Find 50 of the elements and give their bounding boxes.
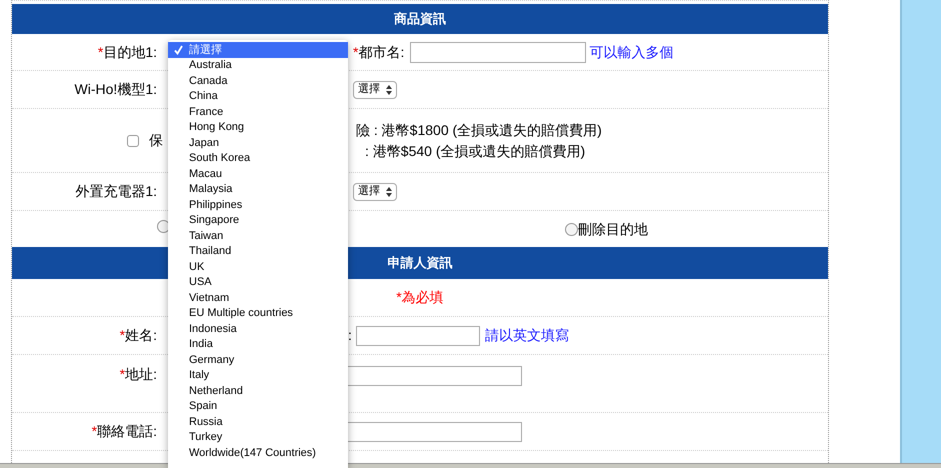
field-label: *姓名:	[120, 326, 157, 345]
checkbox-label: 保	[149, 131, 163, 150]
dropdown-option[interactable]: Singapore	[168, 212, 348, 228]
field-label: Wi-Ho!機型1:	[74, 80, 157, 99]
select-dropdown[interactable]: 選擇	[353, 182, 397, 200]
dropdown-option[interactable]: India	[168, 336, 348, 352]
dropdown-option[interactable]: EU Multiple countries	[168, 306, 348, 321]
dropdown-option[interactable]: Worldwide(147 Countries)	[168, 445, 348, 460]
field-label: *聯絡電話:	[92, 422, 157, 441]
city-input[interactable]	[410, 42, 586, 62]
radio-button[interactable]	[565, 222, 578, 236]
field-label: *目的地1:	[98, 42, 157, 62]
dropdown-option[interactable]: Taiwan	[168, 228, 348, 244]
dropdown-option[interactable]: China	[168, 88, 348, 104]
hint-text: 可以輸入多個	[589, 42, 674, 62]
field-label: *都市名:	[353, 42, 404, 62]
dropdown-option[interactable]: Netherland	[168, 383, 348, 398]
field-label: :	[348, 326, 352, 345]
section-header: 商品資訊	[12, 4, 828, 34]
select-dropdown[interactable]: 選擇	[353, 80, 397, 98]
hint-text: 請以英文填寫	[484, 326, 569, 345]
dropdown-option[interactable]: Philippines	[168, 197, 348, 212]
checkmark-icon	[174, 45, 183, 55]
updown-arrows-icon	[386, 84, 392, 94]
dropdown-option[interactable]: Indonesia	[168, 321, 348, 336]
updown-arrows-icon	[386, 186, 392, 196]
dropdown-option[interactable]: Spain	[168, 398, 348, 414]
dropdown-option[interactable]: Germany	[168, 352, 348, 368]
dropdown-option[interactable]: Turkey	[168, 430, 348, 445]
price-text: : 港幣$540 (全損或遺失的賠償費用)	[364, 142, 586, 161]
dropdown-option[interactable]: Hong Kong	[168, 120, 348, 135]
dropdown-option[interactable]: Japan	[168, 135, 348, 150]
dropdown-option[interactable]: Malaysia	[168, 182, 348, 197]
name-input[interactable]	[356, 326, 480, 346]
checkbox[interactable]	[127, 134, 139, 146]
dropdown-option[interactable]: South Korea	[168, 150, 348, 166]
field-label: *地址:	[120, 365, 157, 384]
dropdown-option[interactable]: Canada	[168, 73, 348, 88]
radio-label: 刪除目的地	[578, 220, 648, 238]
dropdown-option[interactable]: France	[168, 104, 348, 120]
dropdown-option[interactable]: Italy	[168, 368, 348, 383]
required-note: *為必填	[396, 288, 444, 307]
dropdown-option[interactable]: Australia	[168, 58, 348, 73]
field-label: 外置充電器1:	[75, 182, 157, 201]
dropdown-option[interactable]: UK	[168, 259, 348, 274]
dropdown-option[interactable]: 請選擇	[168, 42, 348, 58]
dropdown-option[interactable]: Russia	[168, 414, 348, 430]
dropdown-option[interactable]: Macau	[168, 166, 348, 182]
dropdown-option[interactable]: Vietnam	[168, 290, 348, 306]
price-text: 險 : 港幣$1800 (全損或遺失的賠償費用)	[356, 120, 602, 140]
